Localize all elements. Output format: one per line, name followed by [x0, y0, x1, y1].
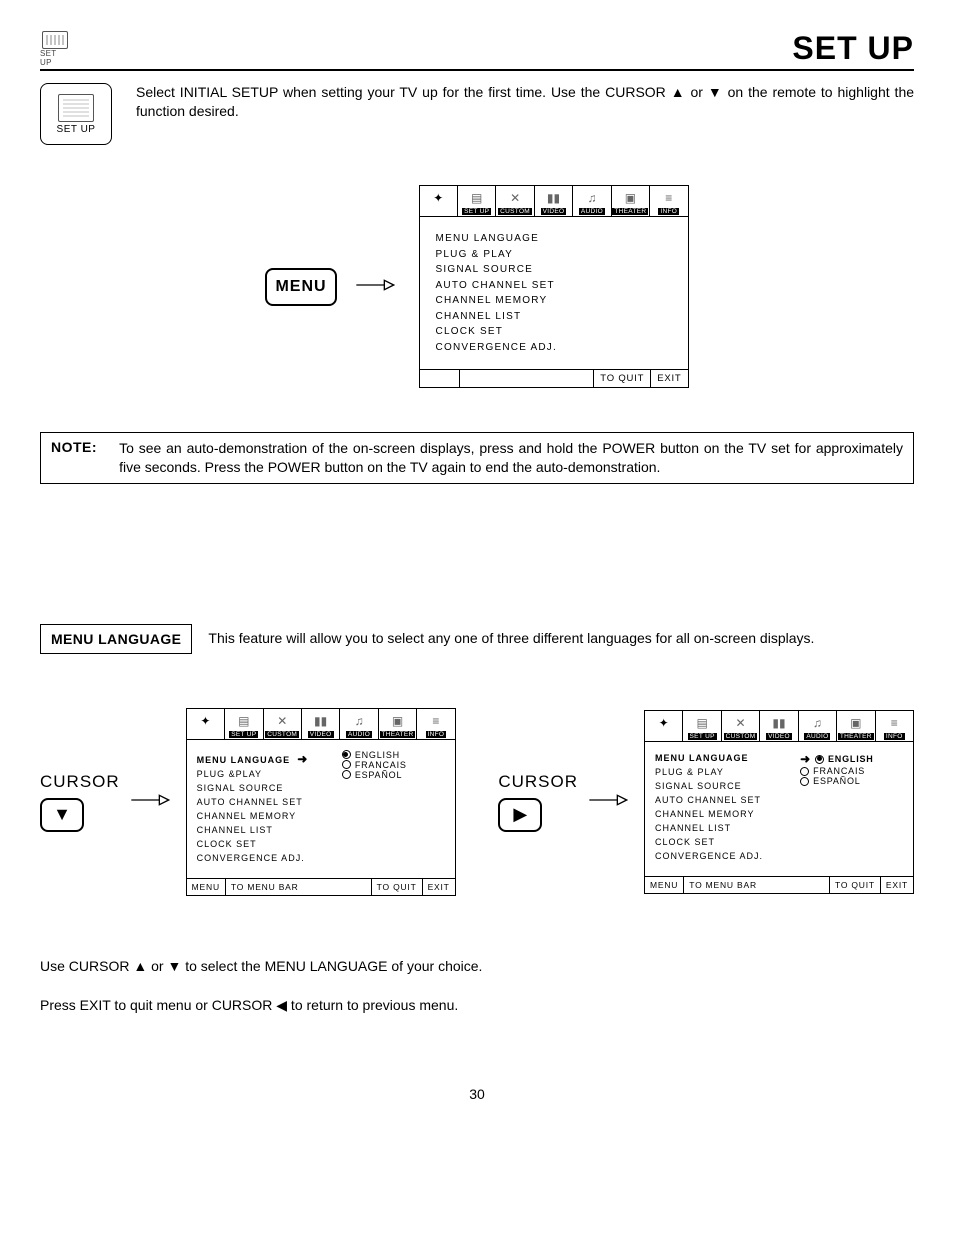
page-number: 30 — [40, 1086, 914, 1102]
note-label: NOTE: — [51, 439, 97, 477]
cursor-down-illustration: CURSOR ▼ — [40, 772, 120, 832]
lang-option: ESPAÑOL — [342, 770, 445, 780]
lang-option: ESPAÑOL — [800, 776, 903, 786]
lang-option: ENGLISH — [342, 750, 445, 760]
language-flow: CURSOR ▼ ✦ ▤SET UP ✕CUSTOM ▮▮VIDEO ♫AUDI… — [40, 708, 914, 896]
arrow-right-icon — [355, 276, 401, 297]
cursor-right-illustration: CURSOR ▶ — [498, 772, 578, 832]
osd-tab-info: ≡INFO — [417, 709, 454, 739]
right-arrow-icon: ➜ — [297, 752, 308, 766]
osd-language-step2: ✦ ▤SET UP ✕CUSTOM ▮▮VIDEO ♫AUDIO ▣THEATE… — [644, 710, 914, 894]
feature-heading-row: MENU LANGUAGE This feature will allow yo… — [40, 624, 914, 654]
osd-tab-info: ≡INFO — [650, 186, 687, 216]
wrench-icon: ✕ — [505, 189, 525, 207]
radio-icon — [800, 777, 809, 786]
radio-selected-icon — [815, 755, 824, 764]
arrow-right-icon — [588, 791, 634, 812]
osd-item: SIGNAL SOURCE — [436, 262, 672, 278]
osd-illustration-row: MENU ✦ ▤SET UP ✕CUSTOM ▮▮VIDEO ♫AUDIO ▣T… — [40, 185, 914, 388]
nav-cross-icon: ✦ — [428, 189, 448, 207]
lang-option: FRANCAIS — [342, 760, 445, 770]
osd-tab-setup: ▤SET UP — [458, 186, 496, 216]
lang-option: FRANCAIS — [800, 766, 903, 776]
osd-tab-custom: ✕CUSTOM — [264, 709, 302, 739]
osd-tab-custom: ✕CUSTOM — [722, 711, 760, 741]
note-box: NOTE: To see an auto-demonstration of th… — [40, 432, 914, 484]
osd-footer: TO QUIT EXIT — [420, 369, 688, 387]
right-arrow-icon: ➜ — [800, 752, 811, 766]
intro-row: SET UP Select INITIAL SETUP when setting… — [40, 83, 914, 145]
osd-item: CHANNEL MEMORY — [436, 293, 672, 309]
arrow-right-icon — [130, 791, 176, 812]
radio-icon — [342, 770, 351, 779]
up-triangle-icon: ▲ — [133, 958, 147, 974]
flow-right: CURSOR ▶ ✦ ▤SET UP ✕CUSTOM ▮▮VIDEO ♫AUDI… — [498, 710, 914, 894]
left-triangle-icon: ◀ — [276, 997, 287, 1013]
radio-selected-icon — [342, 750, 351, 759]
osd-tab-audio: ♫AUDIO — [340, 709, 378, 739]
osd-tab-audio: ♫AUDIO — [799, 711, 837, 741]
osd-item-selected: MENU LANGUAGE — [655, 752, 792, 766]
up-triangle-icon: ▲ — [671, 84, 686, 100]
osd-language-step1: ✦ ▤SET UP ✕CUSTOM ▮▮VIDEO ♫AUDIO ▣THEATE… — [186, 708, 456, 896]
radio-icon — [342, 760, 351, 769]
info-icon: ≡ — [659, 189, 679, 207]
osd-tab-setup: ▤SET UP — [683, 711, 721, 741]
down-triangle-icon: ▼ — [167, 958, 181, 974]
page-title: SET UP — [792, 30, 914, 67]
osd-tab-theater: ▣THEATER — [612, 186, 650, 216]
osd-tab-nav: ✦ — [420, 186, 458, 216]
osd-item: AUTO CHANNEL SET — [436, 278, 672, 294]
down-triangle-icon: ▼ — [53, 804, 71, 825]
audio-icon: ♫ — [582, 189, 602, 207]
osd-tab-audio: ♫AUDIO — [573, 186, 611, 216]
osd-tab-info: ≡INFO — [876, 711, 913, 741]
page-header: SET UP SET UP — [40, 30, 914, 71]
down-triangle-icon: ▼ — [708, 84, 723, 100]
setup-icon: ▤ — [467, 189, 487, 207]
osd-item: CONVERGENCE ADJ. — [436, 340, 672, 356]
cursor-right-key: ▶ — [498, 798, 542, 832]
closing-instructions: Use CURSOR ▲ or ▼ to select the MENU LAN… — [40, 956, 914, 1016]
video-icon: ▮▮ — [544, 189, 564, 207]
right-triangle-icon: ▶ — [513, 804, 527, 825]
theater-icon: ▣ — [620, 189, 640, 207]
osd-tab-video: ▮▮VIDEO — [760, 711, 798, 741]
intro-text: Select INITIAL SETUP when setting your T… — [136, 83, 914, 121]
osd-setup-menu: ✦ ▤SET UP ✕CUSTOM ▮▮VIDEO ♫AUDIO ▣THEATE… — [419, 185, 689, 388]
osd-item: PLUG & PLAY — [436, 247, 672, 263]
feature-description: This feature will allow you to select an… — [208, 629, 914, 649]
osd-tab-nav: ✦ — [645, 711, 683, 741]
setup-mini-icon: SET UP — [40, 31, 70, 67]
osd-item-selected: MENU LANGUAGE ➜ — [197, 750, 334, 769]
osd-tab-theater: ▣THEATER — [379, 709, 417, 739]
flow-left: CURSOR ▼ ✦ ▤SET UP ✕CUSTOM ▮▮VIDEO ♫AUDI… — [40, 708, 456, 896]
osd-item: CLOCK SET — [436, 324, 672, 340]
osd-tab-theater: ▣THEATER — [837, 711, 875, 741]
feature-heading: MENU LANGUAGE — [40, 624, 192, 654]
osd-body: MENU LANGUAGE PLUG & PLAY SIGNAL SOURCE … — [420, 217, 688, 369]
osd-tab-nav: ✦ — [187, 709, 225, 739]
osd-tabbar: ✦ ▤SET UP ✕CUSTOM ▮▮VIDEO ♫AUDIO ▣THEATE… — [420, 186, 688, 217]
osd-tab-video: ▮▮VIDEO — [302, 709, 340, 739]
radio-icon — [800, 767, 809, 776]
lang-option-selected: ➜ENGLISH — [800, 752, 903, 766]
note-body: To see an auto-demonstration of the on-s… — [119, 439, 903, 477]
osd-item: MENU LANGUAGE — [436, 231, 672, 247]
cursor-down-key: ▼ — [40, 798, 84, 832]
osd-tab-video: ▮▮VIDEO — [535, 186, 573, 216]
osd-item: CHANNEL LIST — [436, 309, 672, 325]
osd-tab-custom: ✕CUSTOM — [496, 186, 534, 216]
remote-setup-key-illustration: SET UP — [40, 83, 112, 145]
menu-button-illustration: MENU — [265, 268, 336, 306]
osd-tab-setup: ▤SET UP — [225, 709, 263, 739]
